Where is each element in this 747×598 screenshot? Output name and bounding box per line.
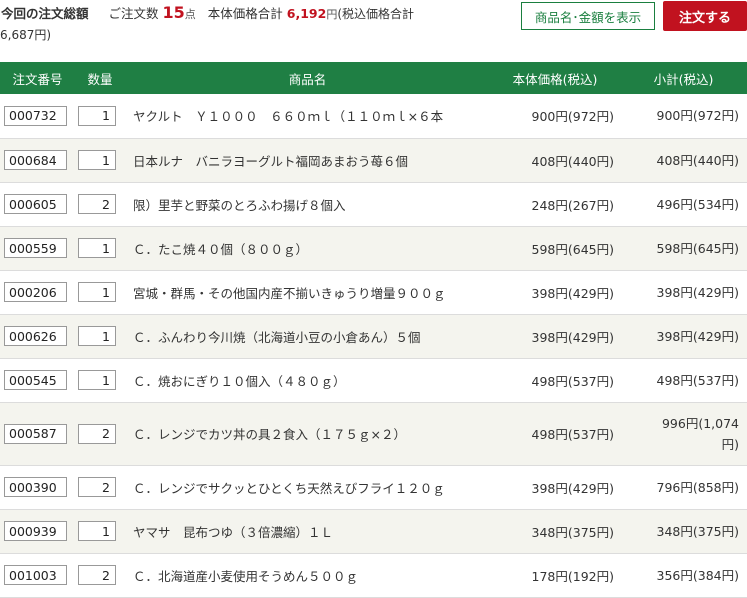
- quantity-input[interactable]: [78, 477, 116, 497]
- unit-price: 498円(537円): [490, 402, 620, 466]
- header-order-number: 注文番号: [0, 62, 75, 94]
- subtotal-line: 円): [721, 436, 739, 452]
- table-row: 宮城・群馬・その他国内産不揃いきゅうり増量９００ｇ 398円(429円) 398…: [0, 270, 747, 315]
- quantity-input[interactable]: [78, 423, 116, 444]
- order-number-input[interactable]: [4, 238, 67, 258]
- unit-price: 498円(537円): [490, 358, 620, 403]
- table-row: ヤマサ 昆布つゆ（３倍濃縮）１Ｌ 348円(375円) 348円(375円): [0, 509, 747, 554]
- table-row: Ｃ．レンジでサクッとひとくち天然えびフライ１２０ｇ 398円(429円) 796…: [0, 465, 747, 510]
- table-row: Ｃ．レンジでカツ丼の具２食入（１７５ｇ×２） 498円(537円) 996円(1…: [0, 402, 747, 466]
- quantity-input[interactable]: [78, 150, 116, 170]
- subtotal: 398円(429円): [620, 314, 747, 359]
- order-number-input[interactable]: [4, 477, 67, 497]
- subtotal: 598円(645円): [620, 226, 747, 271]
- tax-total-suffix: 円): [34, 28, 52, 42]
- unit-price: 900円(972円): [490, 94, 620, 139]
- unit-price: 408円(440円): [490, 138, 620, 183]
- unit-price: 178円(192円): [490, 553, 620, 598]
- subtotal: 356円(384円): [620, 553, 747, 598]
- place-order-button[interactable]: 注文する: [663, 1, 747, 31]
- unit-price: 398円(429円): [490, 314, 620, 359]
- quantity-input[interactable]: [78, 521, 116, 541]
- tax-total-label: (税込価格合計: [337, 7, 415, 21]
- unit-price: 398円(429円): [490, 270, 620, 315]
- product-name: Ｃ．ふんわり今川焼（北海道小豆の小倉あん）５個: [125, 314, 490, 359]
- subtotal: 996円(1,074 円): [620, 402, 747, 466]
- order-number-input[interactable]: [4, 105, 67, 126]
- tax-total-value: 6,687: [0, 28, 35, 42]
- unit-price: 348円(375円): [490, 509, 620, 554]
- product-name: 日本ルナ バニラヨーグルト福岡あまおう苺６個: [125, 138, 490, 183]
- quantity-unit: 点: [184, 8, 196, 21]
- product-name: Ｃ．焼おにぎり１０個入（４８０ｇ）: [125, 358, 490, 403]
- quantity-input[interactable]: [78, 370, 116, 390]
- product-name: ヤクルト Ｙ１０００ ６６０ｍｌ（１１０ｍｌ×６本: [125, 94, 490, 139]
- quantity-input[interactable]: [78, 105, 116, 126]
- unit-price: 248円(267円): [490, 182, 620, 227]
- unit-price: 598円(645円): [490, 226, 620, 271]
- subtotal-line: 996円(1,074: [661, 415, 739, 431]
- subtotal: 900円(972円): [620, 94, 747, 139]
- subtotal: 796円(858円): [620, 465, 747, 510]
- quantity-input[interactable]: [78, 194, 116, 214]
- quantity-value: 15: [162, 3, 185, 22]
- product-name: Ｃ．レンジでサクッとひとくち天然えびフライ１２０ｇ: [125, 465, 490, 510]
- subtotal: 398円(429円): [620, 270, 747, 315]
- order-number-input[interactable]: [4, 423, 67, 444]
- table-row: Ｃ．ふんわり今川焼（北海道小豆の小倉あん）５個 398円(429円) 398円(…: [0, 314, 747, 359]
- summary-title: 今回の注文総額: [1, 6, 89, 21]
- table-row: Ｃ．焼おにぎり１０個入（４８０ｇ） 498円(537円) 498円(537円): [0, 358, 747, 403]
- table-row: Ｃ．北海道産小麦使用そうめん５００ｇ 178円(192円) 356円(384円): [0, 553, 747, 598]
- quantity-label: ご注文数: [108, 6, 159, 21]
- table-row: 日本ルナ バニラヨーグルト福岡あまおう苺６個 408円(440円) 408円(4…: [0, 138, 747, 183]
- header-quantity: 数量: [75, 62, 125, 94]
- table-row: 限）里芋と野菜のとろふわ揚げ８個入 248円(267円) 496円(534円): [0, 182, 747, 227]
- header-product-name: 商品名: [125, 62, 490, 94]
- base-total-unit: 円: [326, 8, 338, 21]
- product-name: 宮城・群馬・その他国内産不揃いきゅうり増量９００ｇ: [125, 270, 490, 315]
- quantity-input[interactable]: [78, 565, 116, 585]
- product-name: Ｃ．北海道産小麦使用そうめん５００ｇ: [125, 553, 490, 598]
- header-subtotal: 小計(税込): [620, 62, 747, 94]
- product-name: ヤマサ 昆布つゆ（３倍濃縮）１Ｌ: [125, 509, 490, 554]
- quantity-input[interactable]: [78, 326, 116, 346]
- order-number-input[interactable]: [4, 370, 67, 390]
- product-name: Ｃ．たこ焼４０個（８００ｇ）: [125, 226, 490, 271]
- tax-total-line: 6,687円): [0, 23, 51, 47]
- order-number-input[interactable]: [4, 521, 67, 541]
- subtotal: 408円(440円): [620, 138, 747, 183]
- table-row: Ｃ．たこ焼４０個（８００ｇ） 598円(645円) 598円(645円): [0, 226, 747, 271]
- base-total-label: 本体価格合計: [207, 6, 283, 21]
- product-name: 限）里芋と野菜のとろふわ揚げ８個入: [125, 182, 490, 227]
- quantity-input[interactable]: [78, 282, 116, 302]
- unit-price: 398円(429円): [490, 465, 620, 510]
- product-name: Ｃ．レンジでカツ丼の具２食入（１７５ｇ×２）: [125, 402, 490, 466]
- quantity-input[interactable]: [78, 238, 116, 258]
- header-unit-price: 本体価格(税込): [490, 62, 620, 94]
- subtotal: 348円(375円): [620, 509, 747, 554]
- show-product-name-price-button[interactable]: 商品名･金額を表示: [521, 2, 655, 30]
- order-number-input[interactable]: [4, 150, 67, 170]
- order-number-input[interactable]: [4, 194, 67, 214]
- subtotal: 498円(537円): [620, 358, 747, 403]
- table-header-row: 注文番号 数量 商品名 本体価格(税込) 小計(税込): [0, 62, 747, 94]
- subtotal: 496円(534円): [620, 182, 747, 227]
- order-number-input[interactable]: [4, 282, 67, 302]
- summary-line: 今回の注文総額 ご注文数 15点 本体価格合計 6,192円(税込価格合計: [1, 1, 414, 27]
- order-number-input[interactable]: [4, 565, 67, 585]
- order-table: 注文番号 数量 商品名 本体価格(税込) 小計(税込) ヤクルト Ｙ１０００ ６…: [0, 62, 747, 598]
- base-total-value: 6,192: [286, 6, 327, 21]
- order-number-input[interactable]: [4, 326, 67, 346]
- table-row: ヤクルト Ｙ１０００ ６６０ｍｌ（１１０ｍｌ×６本 900円(972円) 900…: [0, 94, 747, 139]
